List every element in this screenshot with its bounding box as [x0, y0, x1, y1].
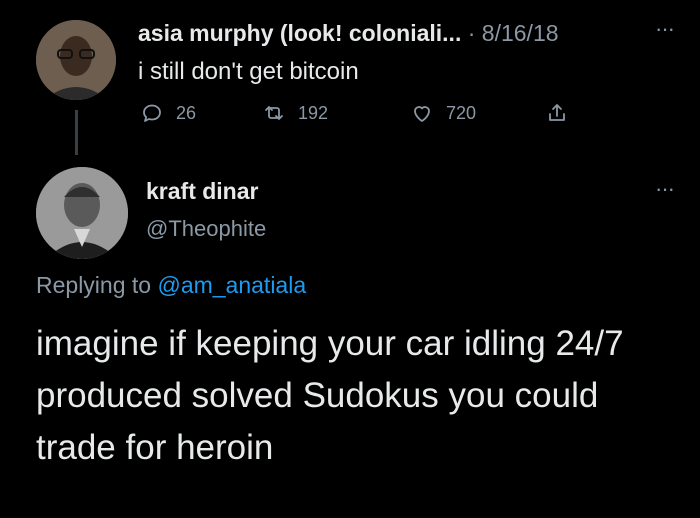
share-icon [549, 104, 565, 121]
tweet1-header: asia murphy (look! coloniali... · 8/16/1… [138, 20, 559, 47]
tweet2-author-name[interactable]: kraft dinar [146, 178, 258, 205]
heart-icon [414, 106, 430, 122]
tweet1-date[interactable]: 8/16/18 [482, 20, 559, 46]
retweet-count: 192 [298, 102, 329, 123]
replying-to-line: Replying to @am_anatiala [36, 272, 306, 299]
tweet1-separator: · [467, 20, 476, 46]
tweet1-author-name[interactable]: asia murphy (look! coloniali... [138, 20, 461, 46]
share-button[interactable] [545, 101, 581, 125]
replying-to-mention[interactable]: @am_anatiala [157, 272, 306, 298]
reply-button[interactable]: 26 [140, 101, 196, 125]
more-options-icon[interactable]: ··· [655, 176, 675, 202]
avatar-asia-murphy[interactable] [36, 20, 116, 100]
like-button[interactable]: 720 [410, 101, 476, 125]
avatar-kraft-dinar[interactable] [36, 167, 128, 259]
thread-connector-line [75, 110, 78, 155]
tweet2-body-text: imagine if keeping your car idling 24/7 … [36, 324, 624, 467]
more-options-icon[interactable]: ··· [655, 16, 675, 42]
tweet1-text: i still don't get bitcoin [138, 58, 359, 85]
speech-bubble-icon [143, 104, 161, 122]
replying-to-label: Replying to [36, 272, 158, 298]
retweet-icon [265, 106, 283, 120]
reply-count: 26 [176, 102, 197, 123]
like-count: 720 [446, 102, 477, 123]
retweet-button[interactable]: 192 [262, 101, 328, 125]
tweet2-handle[interactable]: @Theophite [146, 216, 266, 242]
